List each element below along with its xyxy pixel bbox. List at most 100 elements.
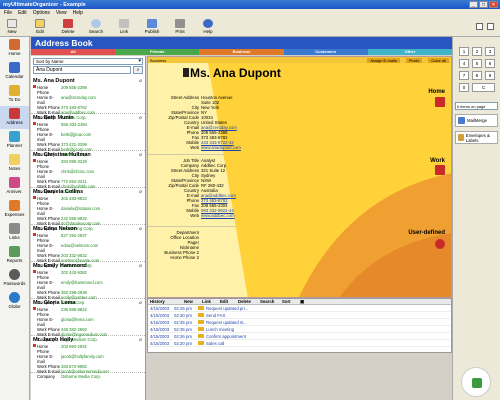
tab-friends[interactable]: Friends [115,49,200,55]
history-row[interactable]: 4/15/2003 02:45 pm Request updated st... [148,319,451,326]
nav-anniversaries[interactable]: Anniver. [0,175,29,198]
tab-business-detail[interactable]: Business [150,58,166,63]
lock-icon[interactable] [487,23,494,30]
history-delete-button[interactable]: Delete [236,299,258,304]
maximize-icon[interactable]: □ [479,1,488,8]
nav-reports[interactable]: Reports [0,244,29,267]
nav-address[interactable]: Address [0,106,29,129]
items-per-page-select[interactable]: # items on page [455,102,498,110]
history-search-button[interactable]: Search [258,299,280,304]
nav-passwords[interactable]: Passwords [0,267,29,290]
tab-all[interactable]: All [31,49,116,55]
field-value: 827 292-2837 [61,233,87,238]
list-item[interactable]: Ms. Edna Nelson ⌀ Home Phone 827 292-2837 Ho… [31,225,145,268]
minimize-icon[interactable]: _ [469,1,478,8]
publish-button[interactable]: Publish [144,19,160,34]
nav-notes[interactable]: Notes [0,152,29,175]
field-value[interactable]: chris@nfcinc.com [61,169,94,179]
history-row[interactable]: 4/15/2003 02:20 pm Sales call [148,340,451,347]
mailmerge-button[interactable]: MailMerge [455,114,498,127]
contact-field-row: Home E-mail jacob@hollyfamily.com [33,354,143,364]
list-item[interactable]: Ms. Emily Hammond ⌀ Home Phone 202 443-9382… [31,262,145,305]
list-item[interactable]: Mr. Jacob Holly ⌀ Home Phone 203 993-2932 Ho… [31,336,145,379]
detail-field-value[interactable]: www.addbec.com [201,213,235,218]
assign-emails-button[interactable]: Assign E-mails [367,57,400,63]
list-item[interactable]: Ms. Daniela Collins ⌀ Home Phone 202 483-99… [31,188,145,231]
history-link-button[interactable]: Link [200,299,218,304]
color-all-button[interactable]: Color all [428,57,449,63]
field-value[interactable]: jacob@hollyfamily.com [61,354,104,364]
detail-field-value[interactable]: www.anadupont.com [201,145,241,150]
list-item[interactable]: Ms. Christina Hullman ⌀ Home Phone 283 990-… [31,151,145,194]
keypad-key[interactable]: 8 [472,71,482,80]
keypad-key[interactable]: 7 [459,71,469,80]
envelopes-labels-button[interactable]: Envelopes & Labels [455,131,498,144]
keypad-key[interactable]: 0 [459,83,469,92]
nav-planner[interactable]: Planner [0,129,29,152]
list-item[interactable]: Ms. Beth Munin ⌀ Home Phone 555-333-2394 Hom… [31,114,145,157]
keypad-key[interactable]: 4 [459,59,469,68]
field-value[interactable]: edna@nelsonn.com [61,243,98,253]
menu-help[interactable]: Help [73,10,83,16]
keypad-key[interactable]: 6 [485,59,495,68]
detail-field-row: Web www.addbec.com [148,213,236,218]
field-value[interactable]: emily@hammond.com [61,280,103,290]
history-row[interactable]: 4/15/2003 02:35 pm Lunch meeting [148,326,451,333]
history-time: 02:30 pm [174,312,192,318]
keypad-key[interactable]: 3 [485,47,495,56]
menu-view[interactable]: View [56,10,67,16]
field-value[interactable]: ana@zeroday.com [61,95,96,105]
nav-home[interactable]: Home [0,37,29,60]
print-button[interactable]: Print [172,19,188,34]
view-icon[interactable] [476,23,483,30]
menu-file[interactable]: File [4,10,12,16]
nav-notes-label: Notes [8,166,21,171]
history-row[interactable]: 4/15/2003 02:26 pm Confirm appointment [148,333,451,340]
keypad-key[interactable]: 5 [472,59,482,68]
keypad-key[interactable]: 1 [459,47,469,56]
new-button[interactable]: New [4,19,20,34]
contact-field-row: Home E-mail chris@nfcinc.com [33,169,143,179]
keypad-key[interactable]: 2 [472,47,482,56]
sort-select[interactable]: Sort by Name [33,58,143,65]
trash-can-icon[interactable] [461,367,491,397]
search-button[interactable]: Search [88,19,104,34]
field-value[interactable]: daniela@rotaxis.com [61,206,100,216]
links-icon [9,223,20,234]
menu-options[interactable]: Options [33,10,50,16]
nav-todo[interactable]: To Do [0,83,29,106]
history-subject: Lunch meeting [206,326,235,332]
history-edit-button[interactable]: Edit [218,299,236,304]
keypad-key[interactable]: C [472,83,495,92]
history-lock-icon[interactable]: ▣ [298,299,304,305]
history-row[interactable]: 4/15/2003 02:25 pm Request updated pri... [148,305,451,312]
search-input[interactable] [33,66,131,74]
edit-button[interactable]: Edit [32,19,48,34]
close-icon[interactable]: × [489,1,498,8]
history-sort-button[interactable]: Sort [280,299,298,304]
tab-other[interactable]: Other [367,49,453,55]
nav-links[interactable]: Links [0,221,29,244]
photo-button[interactable]: Photo [405,57,423,63]
delete-button[interactable]: Delete [60,19,76,34]
tab-business[interactable]: Business [199,49,284,55]
history-row[interactable]: 4/15/2003 02:30 pm Send FAX [148,312,451,319]
nav-globe[interactable]: Globe [0,290,29,313]
search-icon[interactable]: ⌕ [133,66,143,74]
link-button[interactable]: Link [116,19,132,34]
expenses-icon [9,200,20,211]
tab-customers[interactable]: Customers [283,49,368,55]
contact-name: Ms. Emily Hammond [33,263,87,269]
field-value[interactable]: beth@jjtour.com [61,132,91,142]
nav-expenses[interactable]: Expenses [0,198,29,221]
nav-calendar[interactable]: Calendar [0,60,29,83]
field-value[interactable]: gloria@lema.com [61,317,94,327]
keypad-key[interactable]: 9 [485,71,495,80]
list-item[interactable]: Ms. Gloria Lema ⌀ Home Phone 238 885-8822 Ho… [31,299,145,342]
menu-edit[interactable]: Edit [18,10,27,16]
list-item[interactable]: Ms. Ana Dupont ⌀ Home Phone 209 555-2398 Hom… [31,77,145,120]
attachment-icon: ⌀ [138,152,142,158]
help-button[interactable]: Help [200,19,216,34]
history-new-button[interactable]: New [182,299,200,304]
help-icon [203,19,213,28]
